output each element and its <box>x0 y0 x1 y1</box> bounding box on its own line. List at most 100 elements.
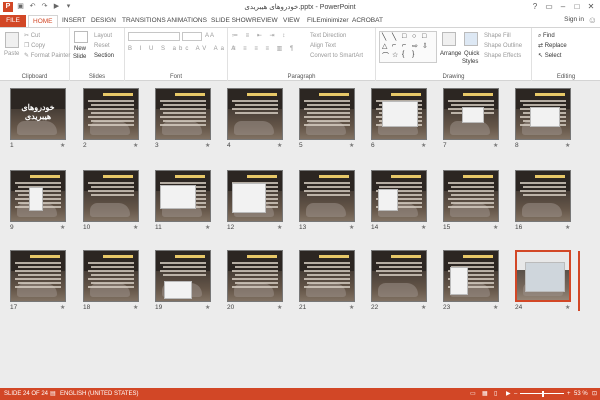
copy-button[interactable]: ❐ Copy <box>24 42 45 50</box>
slide-thumbnail[interactable]: 10 ★ <box>83 170 149 232</box>
minimize-button[interactable]: – <box>556 1 570 12</box>
select-button[interactable]: ↖ Select <box>538 52 561 60</box>
zoom-out-icon[interactable]: – <box>514 388 517 400</box>
section-button[interactable]: Section <box>94 52 114 60</box>
animation-star-icon[interactable]: ★ <box>493 224 498 231</box>
tab-design[interactable]: DESIGN <box>87 15 120 27</box>
reading-view-icon[interactable]: ▯ <box>494 388 497 400</box>
slide-thumbnail[interactable]: 17 ★ <box>10 250 76 312</box>
slide-preview[interactable] <box>443 88 499 140</box>
animation-star-icon[interactable]: ★ <box>493 304 498 311</box>
align-buttons[interactable]: ≡ ≡ ≡ ≡ ▥ ¶ <box>232 45 296 53</box>
slide-preview[interactable] <box>227 250 283 302</box>
tab-view[interactable]: VIEW <box>279 15 304 27</box>
slide-preview[interactable] <box>83 88 139 140</box>
shape-effects-button[interactable]: Shape Effects <box>484 52 521 60</box>
slide-preview[interactable] <box>515 250 571 302</box>
sign-in-link[interactable]: Sign in <box>564 16 584 23</box>
slide-preview[interactable] <box>371 250 427 302</box>
tab-home[interactable]: HOME <box>28 15 58 27</box>
slide-thumbnail[interactable]: 18 ★ <box>83 250 149 312</box>
animation-star-icon[interactable]: ★ <box>205 304 210 311</box>
slide-thumbnail[interactable]: 9 ★ <box>10 170 76 232</box>
list-buttons[interactable]: ≔ ≡ ⇤ ⇥ ↕ <box>232 32 288 40</box>
slide-preview[interactable] <box>155 170 211 222</box>
font-size-input[interactable] <box>182 32 202 41</box>
animation-star-icon[interactable]: ★ <box>421 224 426 231</box>
slide-preview[interactable] <box>10 170 66 222</box>
slide-preview[interactable] <box>83 250 139 302</box>
new-slide-button-2[interactable]: Slide <box>73 53 86 61</box>
slide-thumbnail[interactable]: 4 ★ <box>227 88 293 150</box>
slide-thumbnail[interactable]: 16 ★ <box>515 170 581 232</box>
slide-thumbnail[interactable]: 20 ★ <box>227 250 293 312</box>
format-painter-button[interactable]: ✎ Format Painter <box>24 52 70 60</box>
animation-star-icon[interactable]: ★ <box>60 142 65 149</box>
animation-star-icon[interactable]: ★ <box>565 304 570 311</box>
slide-thumbnail[interactable]: 24 ★ <box>515 250 581 312</box>
slide-thumbnail[interactable]: 11 ★ <box>155 170 221 232</box>
font-name-input[interactable] <box>128 32 180 41</box>
text-direction-button[interactable]: Text Direction <box>310 32 346 40</box>
slide-thumbnail[interactable]: 22 ★ <box>371 250 437 312</box>
align-text-button[interactable]: Align Text <box>310 42 336 50</box>
ribbon-display-button[interactable]: ▭ <box>542 1 556 12</box>
slide-thumbnail[interactable]: 23 ★ <box>443 250 509 312</box>
slide-preview[interactable] <box>371 88 427 140</box>
slide-preview[interactable] <box>299 250 355 302</box>
animation-star-icon[interactable]: ★ <box>133 304 138 311</box>
slide-preview[interactable] <box>515 88 571 140</box>
paste-icon[interactable] <box>5 32 19 48</box>
shape-fill-button[interactable]: Shape Fill <box>484 32 511 40</box>
slide-preview[interactable] <box>83 170 139 222</box>
new-slide-button[interactable]: New <box>74 45 86 53</box>
find-button[interactable]: ⌕ Find <box>538 32 555 40</box>
slide-counter[interactable]: SLIDE 24 OF 24 <box>4 388 48 400</box>
tab-acrobat[interactable]: ACROBAT <box>348 15 387 27</box>
slide-thumbnail[interactable]: 12 ★ <box>227 170 293 232</box>
slide-thumbnail[interactable]: 6 ★ <box>371 88 437 150</box>
slide-thumbnail[interactable]: 15 ★ <box>443 170 509 232</box>
animation-star-icon[interactable]: ★ <box>133 224 138 231</box>
font-format-buttons[interactable]: B I U S abc AV Aa A <box>128 45 238 53</box>
convert-smartart-button[interactable]: Convert to SmartArt <box>310 52 363 60</box>
quick-styles-button-2[interactable]: Styles <box>462 58 478 66</box>
slide-preview[interactable] <box>155 88 211 140</box>
animation-star-icon[interactable]: ★ <box>277 304 282 311</box>
slide-preview[interactable] <box>10 250 66 302</box>
slide-thumbnail[interactable]: 13 ★ <box>299 170 365 232</box>
animation-star-icon[interactable]: ★ <box>205 224 210 231</box>
quick-styles-button[interactable]: Quick <box>464 50 479 58</box>
animation-star-icon[interactable]: ★ <box>565 224 570 231</box>
font-grow-icon[interactable]: A A <box>205 32 214 40</box>
tab-review[interactable]: REVIEW <box>248 15 282 27</box>
zoom-in-icon[interactable]: + <box>567 388 571 400</box>
animation-star-icon[interactable]: ★ <box>205 142 210 149</box>
zoom-level[interactable]: 53 % <box>574 388 588 400</box>
proofing-icon[interactable]: ▤ <box>50 388 56 400</box>
slide-preview[interactable] <box>227 88 283 140</box>
paste-button[interactable]: Paste <box>4 50 19 58</box>
slide-preview[interactable] <box>443 250 499 302</box>
slide-thumbnail[interactable]: 21 ★ <box>299 250 365 312</box>
tab-insert[interactable]: INSERT <box>58 15 90 27</box>
tab-transitions[interactable]: TRANSITIONS <box>118 15 170 27</box>
slide-thumbnail[interactable]: 3 ★ <box>155 88 221 150</box>
sorter-view-icon[interactable]: ▦ <box>482 388 488 400</box>
slide-preview[interactable]: خودروهای هیبریدی <box>10 88 66 140</box>
tab-fileminimizer[interactable]: FILEminimizer <box>303 15 353 27</box>
slide-preview[interactable] <box>299 88 355 140</box>
close-button[interactable]: ✕ <box>584 1 598 12</box>
slide-preview[interactable] <box>227 170 283 222</box>
quick-styles-icon[interactable] <box>464 32 478 46</box>
slide-thumbnail[interactable]: 7 ★ <box>443 88 509 150</box>
shape-outline-button[interactable]: Shape Outline <box>484 42 522 50</box>
normal-view-icon[interactable]: ▭ <box>470 388 476 400</box>
smiley-icon[interactable]: ☺ <box>588 15 597 25</box>
arrange-button[interactable]: Arrange <box>440 50 461 58</box>
animation-star-icon[interactable]: ★ <box>133 142 138 149</box>
help-button[interactable]: ? <box>528 1 542 12</box>
animation-star-icon[interactable]: ★ <box>277 224 282 231</box>
animation-star-icon[interactable]: ★ <box>349 304 354 311</box>
slide-thumbnail[interactable]: 8 ★ <box>515 88 581 150</box>
